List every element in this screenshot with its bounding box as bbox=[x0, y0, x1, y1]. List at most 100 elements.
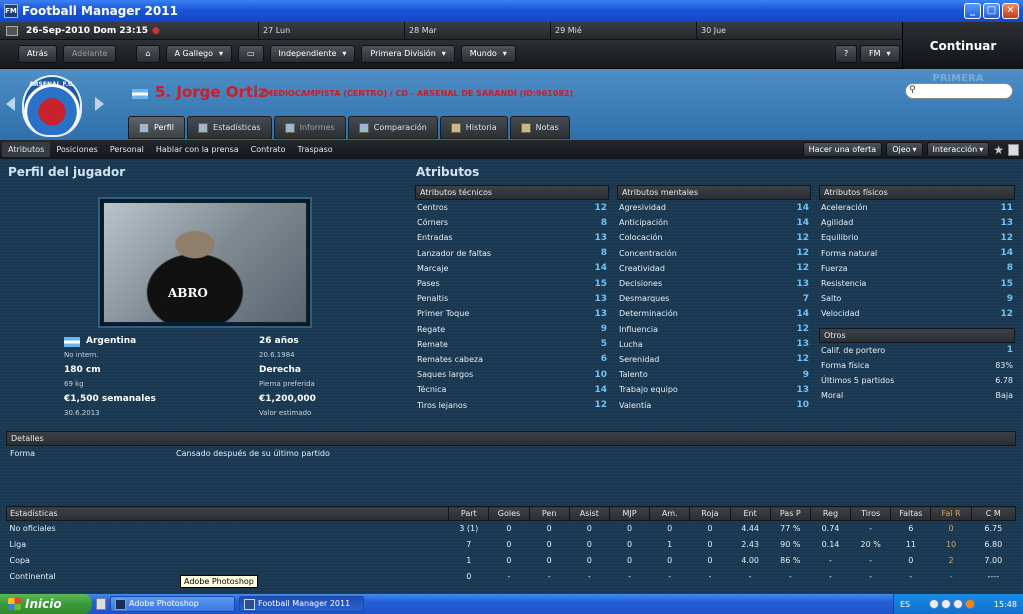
stats-column-header[interactable]: Reg bbox=[809, 506, 852, 521]
stats-column-header[interactable]: Tiros bbox=[850, 506, 892, 521]
stats-cell: - bbox=[507, 572, 511, 581]
wage: €1,500 semanales bbox=[64, 394, 156, 404]
stats-column-header[interactable]: Pas P bbox=[769, 506, 811, 521]
stats-column-header[interactable]: MJP bbox=[608, 506, 651, 521]
network-icon[interactable] bbox=[929, 599, 940, 609]
stats-column-header[interactable]: C M bbox=[970, 506, 1017, 521]
stats-cell: 0 bbox=[546, 524, 552, 534]
note-icon[interactable] bbox=[1008, 143, 1019, 156]
fm-menu-button[interactable]: FM bbox=[860, 45, 900, 63]
help-button[interactable]: ? bbox=[835, 45, 858, 63]
navigation-bar: Atrás Adelante ⌂ A Gallego ▭ Independien… bbox=[0, 40, 1023, 69]
mental-attribute-row: Colocación 12 bbox=[617, 230, 811, 245]
interaction-button[interactable]: Interacción bbox=[926, 142, 990, 157]
continue-button[interactable]: Continuar bbox=[902, 22, 1023, 69]
sub-navigation: Atributos Posiciones Personal Hablar con… bbox=[0, 140, 1023, 159]
volume-icon[interactable] bbox=[941, 599, 952, 609]
security-icon[interactable] bbox=[953, 599, 964, 609]
technical-attribute-row: Técnica 14 bbox=[415, 382, 609, 397]
minimize-button[interactable]: _ bbox=[964, 3, 981, 19]
make-offer-button[interactable]: Hacer una oferta bbox=[802, 142, 883, 157]
stats-cell: 0 bbox=[707, 540, 713, 549]
stats-row-label: No oficiales bbox=[9, 524, 56, 534]
technical-attribute-row: Primer Toque 13 bbox=[415, 306, 609, 321]
tab-label: Estadísticas bbox=[213, 123, 261, 132]
stats-column-header[interactable]: Am. bbox=[649, 506, 691, 521]
stats-cell: 0 bbox=[506, 524, 512, 534]
back-button[interactable]: Atrás bbox=[18, 45, 57, 63]
technical-attribute-row: Saques largos 10 bbox=[415, 367, 609, 382]
forward-button[interactable]: Adelante bbox=[62, 45, 117, 63]
menu-primera-division[interactable]: Primera División bbox=[361, 45, 455, 63]
stats-column-header[interactable]: Faltas bbox=[890, 506, 932, 521]
mental-attribute-row: Lucha 13 bbox=[617, 337, 811, 352]
stats-cell: 0 bbox=[667, 556, 673, 565]
menu-independiente[interactable]: Independiente bbox=[269, 45, 356, 63]
tab-estadisticas[interactable]: Estadísticas bbox=[187, 116, 272, 139]
update-icon[interactable] bbox=[965, 599, 976, 609]
subnav-traspaso[interactable]: Traspaso bbox=[292, 142, 339, 157]
maximize-button[interactable]: □ bbox=[983, 3, 1000, 19]
taskbar-item-football-manager[interactable]: Football Manager 2011 bbox=[239, 596, 364, 612]
scout-button[interactable]: Ojeo bbox=[886, 142, 923, 157]
attribute-label: Técnica bbox=[417, 385, 447, 395]
stats-row-label: Copa bbox=[9, 556, 30, 565]
attribute-value: 6.78 bbox=[995, 375, 1013, 385]
taskbar-tooltip: Adobe Photoshop bbox=[180, 575, 258, 588]
stats-cell: 10 bbox=[945, 540, 957, 549]
subnav-personal[interactable]: Personal bbox=[104, 142, 150, 157]
stats-column-header[interactable]: Part bbox=[448, 506, 490, 521]
stats-column-header[interactable]: Estadísticas bbox=[5, 506, 450, 521]
tab-notas[interactable]: Notas bbox=[509, 116, 570, 139]
attribute-label: Velocidad bbox=[821, 309, 860, 319]
compare-icon bbox=[358, 122, 369, 133]
quick-launch-icon[interactable] bbox=[96, 598, 106, 610]
technical-attributes: Atributos técnicos Centros 12 Córners 8 Entr… bbox=[415, 185, 609, 413]
calendar-day[interactable]: 29 Mié bbox=[550, 22, 696, 40]
calendar-day[interactable]: 27 Lun bbox=[258, 22, 404, 40]
next-player-arrow-icon[interactable] bbox=[95, 97, 104, 111]
attribute-value: 14 bbox=[1000, 248, 1013, 259]
stats-cell: 7.00 bbox=[984, 556, 1003, 565]
stats-column-header[interactable]: Goles bbox=[488, 506, 530, 521]
menu-a-gallego[interactable]: A Gallego bbox=[165, 45, 232, 63]
search-input[interactable] bbox=[905, 83, 1013, 99]
stats-cell: - bbox=[708, 572, 712, 581]
attribute-value: 14 bbox=[594, 263, 607, 274]
attribute-value: 13 bbox=[796, 384, 809, 395]
attribute-label: Serenidad bbox=[619, 354, 660, 364]
stats-column-header[interactable]: Pen bbox=[528, 506, 570, 521]
close-button[interactable]: ✕ bbox=[1002, 3, 1019, 19]
subnav-atributos[interactable]: Atributos bbox=[2, 142, 51, 157]
language-indicator[interactable]: ES bbox=[900, 600, 910, 609]
home-button[interactable]: ⌂ bbox=[136, 45, 160, 63]
inbox-button[interactable]: ▭ bbox=[237, 45, 264, 63]
taskbar-item-photoshop[interactable]: Adobe Photoshop bbox=[110, 596, 235, 612]
mental-attribute-row: Talento 9 bbox=[617, 367, 811, 382]
start-button[interactable]: Inicio bbox=[0, 594, 92, 614]
tab-historia[interactable]: Historia bbox=[439, 116, 508, 139]
tab-comparacion[interactable]: Comparación bbox=[347, 116, 438, 139]
subnav-prensa[interactable]: Hablar con la prensa bbox=[150, 142, 245, 157]
mental-attribute-row: Serenidad 12 bbox=[617, 352, 811, 367]
stats-column-header[interactable]: Asist bbox=[568, 506, 610, 521]
stats-cell: 0 bbox=[707, 524, 713, 534]
stats-cell: 77 % bbox=[780, 524, 801, 534]
subnav-posiciones[interactable]: Posiciones bbox=[50, 142, 104, 157]
stats-row: Copa 1 0 0 0 0 0 0 4.00 86 % - - 0 2 7.00 bbox=[7, 553, 1016, 569]
tab-perfil[interactable]: Perfil bbox=[128, 116, 186, 139]
stats-column-header[interactable]: Roja bbox=[689, 506, 731, 521]
attribute-label: Penaltis bbox=[417, 294, 449, 304]
calendar-day[interactable]: 28 Mar bbox=[404, 22, 550, 40]
stats-column-header[interactable]: Ent bbox=[729, 506, 771, 521]
attribute-value: 13 bbox=[594, 293, 607, 304]
mental-attribute-row: Creatividad 12 bbox=[617, 261, 811, 276]
menu-mundo[interactable]: Mundo bbox=[460, 45, 516, 63]
previous-player-arrow-icon[interactable] bbox=[6, 97, 15, 111]
tab-informes[interactable]: Informes bbox=[273, 116, 346, 139]
calendar-menu-icon[interactable] bbox=[6, 25, 18, 36]
subnav-contrato[interactable]: Contrato bbox=[245, 142, 292, 157]
stats-column-header[interactable]: Fal R bbox=[930, 506, 972, 521]
star-icon[interactable]: ★ bbox=[993, 143, 1004, 157]
calendar-day[interactable]: 30 Jue bbox=[696, 22, 902, 40]
